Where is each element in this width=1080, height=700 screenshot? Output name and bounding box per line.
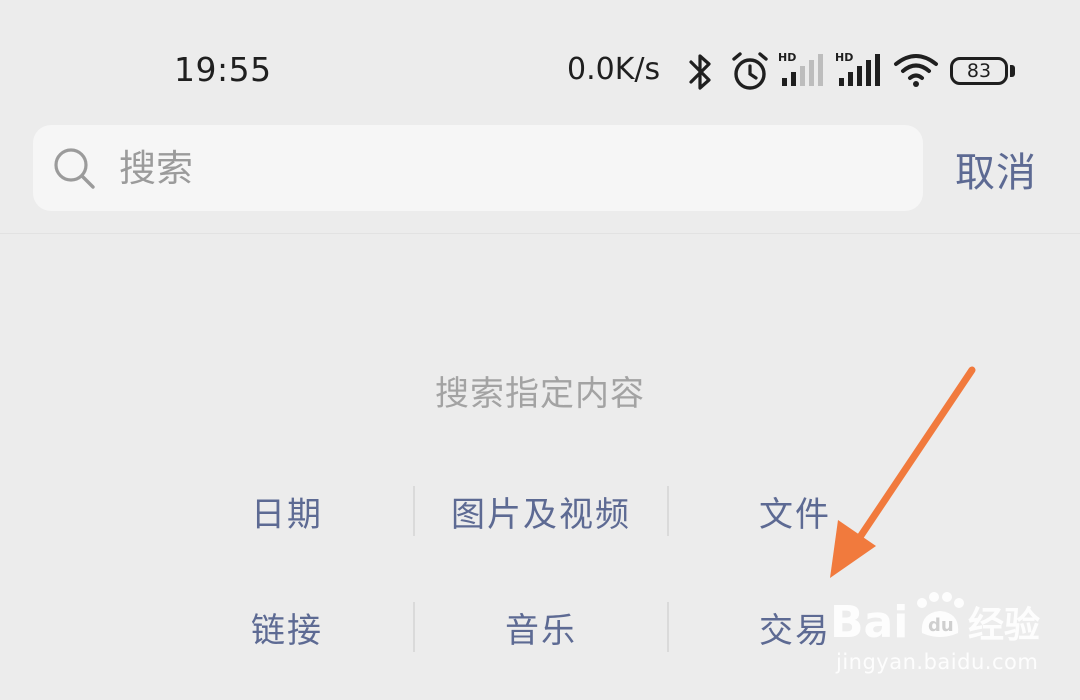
- watermark-url: jingyan.baidu.com: [836, 650, 1039, 674]
- svg-text:Bai: Bai: [830, 597, 908, 648]
- svg-text:经验: 经验: [968, 605, 1040, 646]
- svg-text:du: du: [928, 615, 954, 636]
